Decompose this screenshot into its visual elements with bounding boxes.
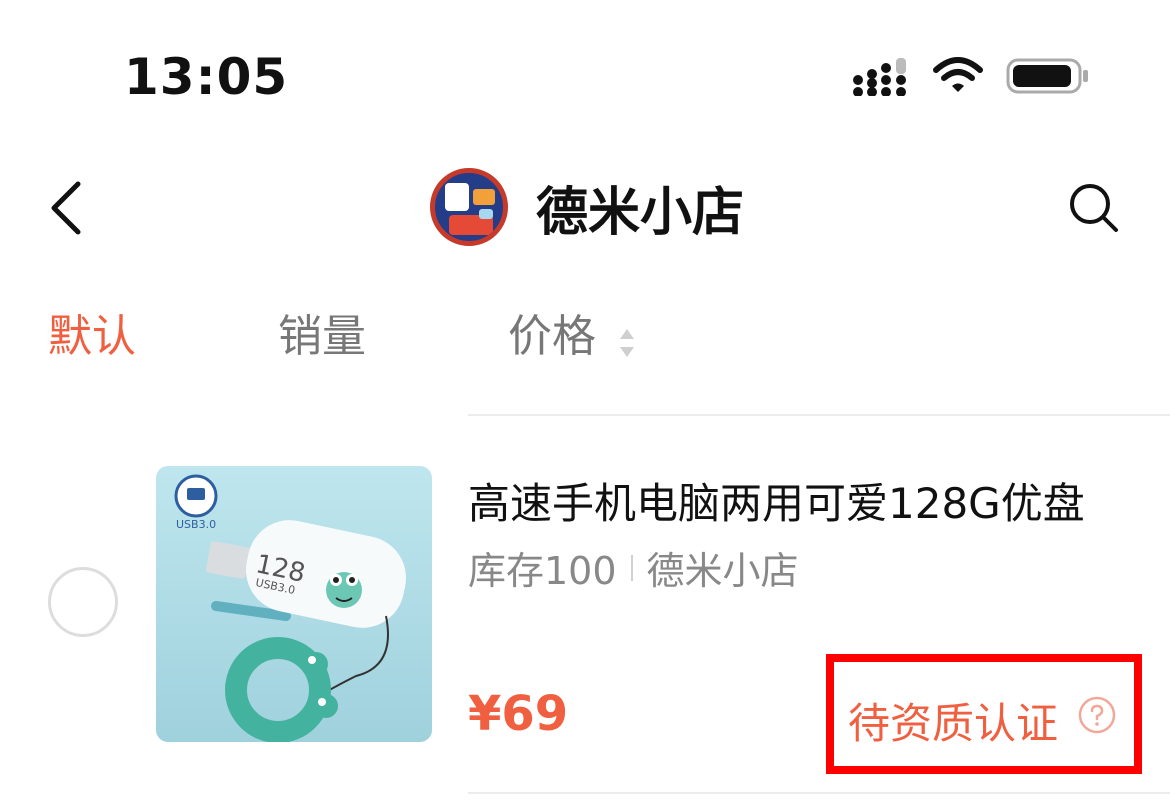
shop-logo [430,168,508,246]
shop-title: 德米小店 [536,182,745,243]
tab-price[interactable]: 价格 [508,300,636,364]
meta-separator [630,554,633,581]
product-thumbnail[interactable]: USB3.0 128 USB3.0 [156,466,432,742]
product-meta: 库存100 德米小店 [468,540,799,595]
status-time: 13:05 [124,48,289,106]
battery-icon [1006,58,1088,94]
tab-sales[interactable]: 销量 [278,300,366,364]
status-icons [852,56,1090,96]
help-circle-icon[interactable] [1078,696,1116,734]
product-price: ¥69 [468,686,569,742]
search-icon [1070,184,1118,232]
divider [468,414,1170,416]
cellular-signal-icon [853,58,906,96]
certification-status[interactable]: 待资质认证 [848,690,1058,751]
nav-bar: 德米小店 [0,160,1170,256]
back-button[interactable] [40,176,100,240]
wifi-icon [933,57,983,92]
tab-price-label: 价格 [508,311,596,362]
tab-default[interactable]: 默认 [48,300,136,364]
sort-arrows-icon [618,321,636,357]
stock-text: 库存100 [468,549,617,593]
sort-bar: 默认 销量 价格 [0,300,1170,364]
back-chevron-icon [51,181,81,235]
usb-label-text: USB3.0 [176,518,216,531]
search-button[interactable] [1064,178,1124,238]
divider [468,792,1170,794]
shop-header[interactable]: 德米小店 [430,168,744,246]
shop-name-text: 德米小店 [646,549,799,593]
product-title[interactable]: 高速手机电脑两用可爱128G优盘 [468,470,1085,531]
select-checkbox[interactable] [48,567,118,637]
